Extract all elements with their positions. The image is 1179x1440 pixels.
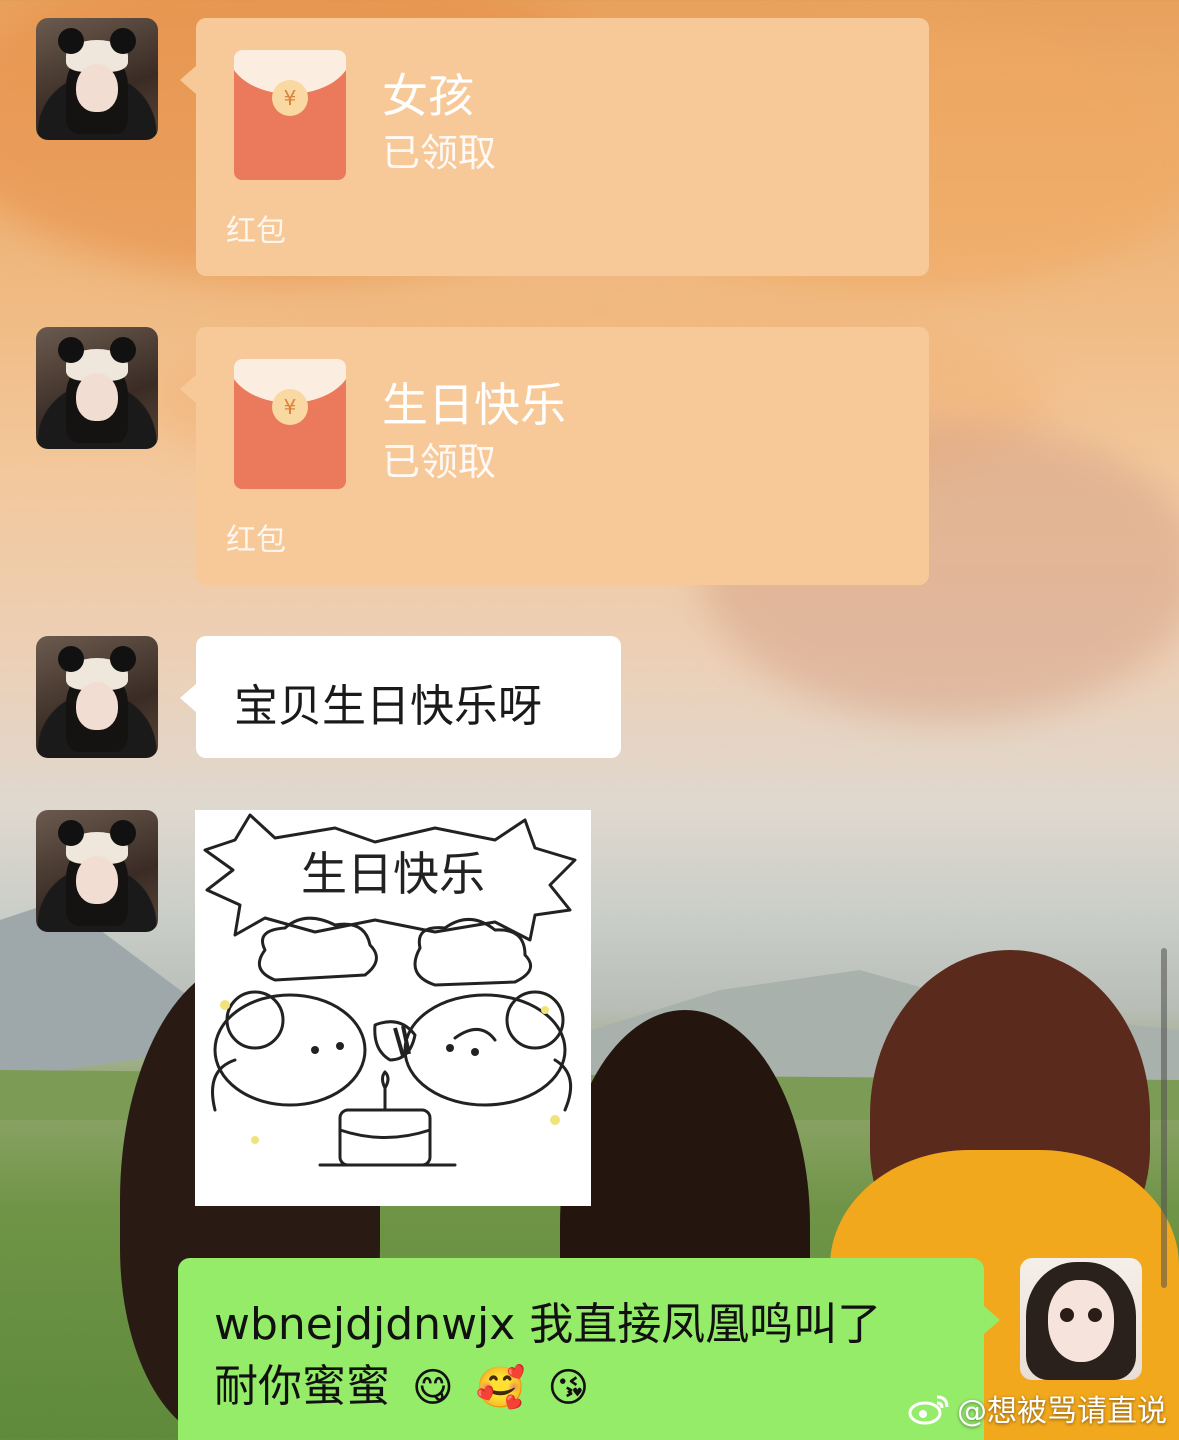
red-packet-label: 红包 (226, 523, 286, 558)
my-message-bubble[interactable]: wbnejdjdnwjx 我直接凤凰鸣叫了 耐你蜜蜜 😋 🥰 😘 (178, 1258, 1000, 1440)
text-message-bubble[interactable]: 宝贝生日快乐呀 (180, 636, 621, 758)
birthday-sticker-drawing: 生日快乐 (203, 813, 577, 1167)
message-line-1: wbnejdjdnwjx 我直接凤凰鸣叫了 (214, 1299, 882, 1350)
my-avatar[interactable] (1020, 1258, 1142, 1380)
contact-avatar[interactable] (36, 636, 158, 758)
message-line-2-text: 耐你蜜蜜 (214, 1361, 390, 1412)
contact-avatar[interactable] (36, 327, 158, 449)
red-packet-title: 生日快乐 (382, 378, 566, 432)
message-line-2: 耐你蜜蜜 😋 🥰 😘 (214, 1350, 589, 1414)
chat-scrollbar[interactable] (1161, 948, 1167, 1288)
kiss-emoji: 😘 (547, 1365, 590, 1411)
red-packet-message[interactable]: ¥ 生日快乐 已领取 红包 (180, 327, 929, 585)
watermark-text: @想被骂请直说 (957, 1394, 1167, 1429)
red-packet-message[interactable]: ¥ 女孩 已领取 红包 (180, 18, 929, 276)
message-text: 宝贝生日快乐呀 (234, 681, 542, 732)
contact-avatar[interactable] (36, 810, 158, 932)
red-envelope-icon: ¥ (234, 50, 346, 180)
red-packet-status: 已领取 (382, 131, 497, 175)
sticker-caption: 生日快乐 (301, 847, 485, 901)
red-envelope-icon: ¥ (234, 359, 346, 489)
smiling-hearts-emoji: 🥰 (475, 1365, 526, 1411)
coin-icon: ¥ (272, 80, 308, 116)
weibo-logo-icon (908, 1395, 949, 1425)
yum-emoji: 😋 (412, 1365, 454, 1411)
weibo-watermark: @想被骂请直说 (907, 1386, 1167, 1430)
birthday-sticker-image[interactable]: 生日快乐 (195, 810, 591, 1206)
contact-avatar[interactable] (36, 18, 158, 140)
red-packet-status: 已领取 (382, 440, 497, 484)
red-packet-label: 红包 (226, 214, 286, 249)
red-packet-title: 女孩 (382, 69, 474, 123)
coin-icon: ¥ (272, 389, 308, 425)
